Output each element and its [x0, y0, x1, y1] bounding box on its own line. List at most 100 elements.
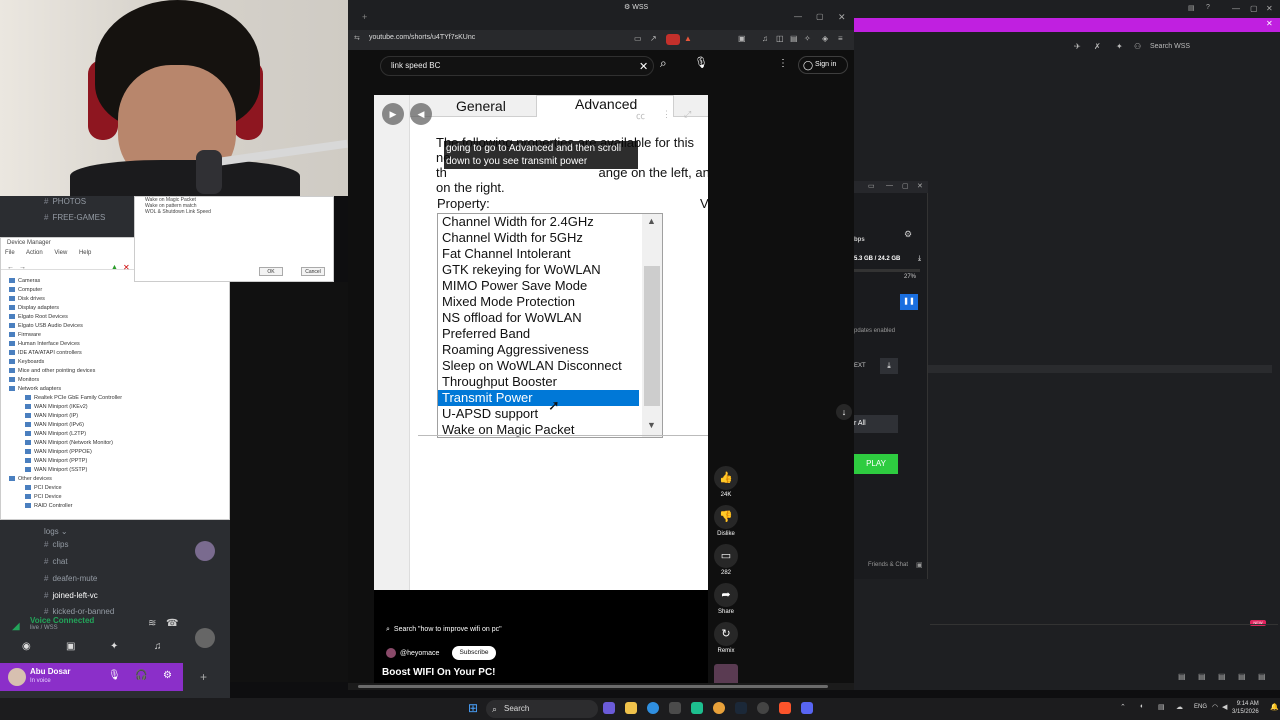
uninstall-icon[interactable]: ✕: [123, 263, 130, 272]
file-explorer-icon[interactable]: [625, 702, 637, 714]
share-icon[interactable]: ↗: [650, 34, 657, 43]
extensions-icon[interactable]: ✧: [804, 34, 811, 43]
app-icon[interactable]: [713, 702, 725, 714]
channel-photos[interactable]: # PHOTOS: [44, 197, 86, 206]
device-tree-item[interactable]: PCI Device: [25, 494, 62, 500]
install-icon[interactable]: ⤓: [880, 358, 898, 374]
close-icon[interactable]: ✕: [838, 12, 846, 23]
app-icon[interactable]: [603, 702, 615, 714]
channel-kicked-or-banned[interactable]: # kicked-or-banned: [44, 607, 114, 616]
pause-button[interactable]: ❚❚: [900, 294, 918, 310]
pin-icon[interactable]: ✈: [1074, 42, 1081, 51]
remix-button[interactable]: ↻ Remix: [712, 622, 740, 654]
share-button[interactable]: ➦ Share: [712, 583, 740, 615]
property-item[interactable]: Fat Channel Intolerant: [438, 246, 639, 262]
wifi-icon[interactable]: ◠: [1212, 703, 1218, 711]
library-icon[interactable]: ▤: [1218, 672, 1226, 681]
subscribe-button[interactable]: Subscribe: [452, 646, 496, 660]
property-item[interactable]: Throughput Booster: [438, 374, 639, 390]
scroll-thumb[interactable]: [358, 685, 828, 688]
player-menu-icon[interactable]: ⋮: [662, 109, 671, 120]
device-tree-item[interactable]: IDE ATA/ATAPI controllers: [9, 350, 82, 356]
menu-file[interactable]: File: [5, 250, 15, 256]
device-tree-item[interactable]: WAN Miniport (IP): [25, 413, 78, 419]
device-tree-item[interactable]: Human Interface Devices: [9, 341, 80, 347]
rewards-icon[interactable]: ▲: [684, 34, 692, 43]
channel-info[interactable]: @heyomace: [386, 648, 439, 658]
sidebar-icon[interactable]: ▣: [738, 34, 746, 43]
device-tree-item[interactable]: Disk drives: [9, 296, 45, 302]
volume-icon[interactable]: ◀: [410, 103, 432, 125]
search-icon[interactable]: ⌕: [660, 56, 667, 71]
device-tree-item[interactable]: WAN Miniport (IKEv2): [25, 404, 88, 410]
device-tree-item[interactable]: WAN Miniport (IPv6): [25, 422, 84, 428]
tray-icon[interactable]: ☁: [1176, 703, 1183, 711]
split-view-icon[interactable]: ◫: [776, 34, 784, 43]
activities-icon[interactable]: ✦: [110, 641, 118, 652]
device-tree-item[interactable]: WAN Miniport (SSTP): [25, 467, 87, 473]
search-field[interactable]: Search WSS: [1150, 43, 1190, 50]
popout-icon[interactable]: ▣: [916, 561, 923, 569]
new-tab-icon[interactable]: +: [362, 12, 367, 22]
device-tree-item[interactable]: Realtek PCIe GbE Family Controller: [25, 395, 122, 401]
brave-shield-icon[interactable]: [666, 34, 680, 45]
voice-search-icon[interactable]: 🎙: [694, 56, 708, 69]
tray-overflow-icon[interactable]: ⌃: [1120, 703, 1126, 711]
play-icon[interactable]: ▶: [382, 103, 404, 125]
ok-button[interactable]: OK: [259, 267, 283, 276]
play-button[interactable]: PLAY: [854, 454, 898, 474]
friends-icon[interactable]: ▤: [1178, 672, 1186, 681]
device-tree-item[interactable]: WAN Miniport (Network Monitor): [25, 440, 113, 446]
enable-icon[interactable]: ▲: [111, 264, 118, 271]
clear-search-icon[interactable]: ✕: [639, 60, 648, 73]
dislike-button[interactable]: 👎 Dislike: [712, 505, 740, 537]
close-banner-icon[interactable]: ✕: [1266, 19, 1273, 28]
maximize-icon[interactable]: ▢: [1250, 4, 1258, 13]
help-icon[interactable]: ?: [1206, 4, 1210, 11]
volume-icon[interactable]: ◀: [1222, 703, 1227, 711]
listbox-scrollbar[interactable]: ▲ ▼: [642, 214, 662, 437]
device-tree-item[interactable]: Display adapters: [9, 305, 59, 311]
minimize-icon[interactable]: —: [1232, 4, 1240, 13]
app-icon[interactable]: [691, 702, 703, 714]
channel-joined-left-vc[interactable]: # joined-left-vc: [44, 591, 98, 600]
device-tree-item[interactable]: Other devices: [9, 476, 52, 482]
close-icon[interactable]: ✕: [917, 182, 923, 190]
forward-icon[interactable]: →: [19, 264, 26, 271]
vpn-icon[interactable]: ◈: [822, 34, 828, 43]
search-input[interactable]: link speed BC ✕: [380, 56, 654, 76]
bookmark-icon[interactable]: ✦: [1116, 42, 1123, 51]
avatar[interactable]: [8, 668, 26, 686]
member-avatar[interactable]: [195, 628, 215, 648]
maximize-icon[interactable]: ▢: [816, 12, 824, 21]
settings-icon[interactable]: ⚙: [904, 229, 912, 240]
property-item[interactable]: NS offload for WoWLAN: [438, 310, 639, 326]
property-item[interactable]: U-APSD support: [438, 406, 639, 422]
steam-icon[interactable]: [735, 702, 747, 714]
clock[interactable]: 9:14 AM 3/15/2026: [1232, 700, 1259, 716]
property-item[interactable]: Channel Width for 2.4GHz: [438, 214, 639, 230]
brave-icon[interactable]: [779, 702, 791, 714]
device-tree-item[interactable]: PCI Device: [25, 485, 62, 491]
install-icon[interactable]: ▭: [634, 34, 642, 43]
back-icon[interactable]: ←: [7, 264, 14, 271]
tab-advanced[interactable]: Advanced: [536, 95, 674, 117]
site-info-icon[interactable]: ⇆: [354, 34, 360, 42]
channel-chat[interactable]: # chat: [44, 557, 68, 566]
screen-share-icon[interactable]: ▣: [66, 641, 75, 652]
property-item[interactable]: Preferred Band: [438, 326, 639, 342]
property-item[interactable]: Channel Width for 5GHz: [438, 230, 639, 246]
menu-icon[interactable]: ≡: [838, 34, 843, 43]
soundboard-icon[interactable]: ♫: [154, 641, 162, 652]
more-options-icon[interactable]: ⋮: [778, 58, 788, 69]
obs-icon[interactable]: [757, 702, 769, 714]
list-item[interactable]: WOL & Shutdown Link Speed: [145, 209, 235, 215]
next-short-icon[interactable]: ↓: [836, 404, 852, 420]
store-icon[interactable]: [669, 702, 681, 714]
device-tree-item[interactable]: WAN Miniport (PPPOE): [25, 449, 92, 455]
comments-button[interactable]: ▭ 282: [712, 544, 740, 576]
taskbar-search[interactable]: ⌕ Search: [486, 700, 598, 718]
device-tree-item[interactable]: Cameras: [9, 278, 40, 284]
like-button[interactable]: 👍 24K: [712, 466, 740, 498]
start-icon[interactable]: ⊞: [468, 701, 478, 715]
